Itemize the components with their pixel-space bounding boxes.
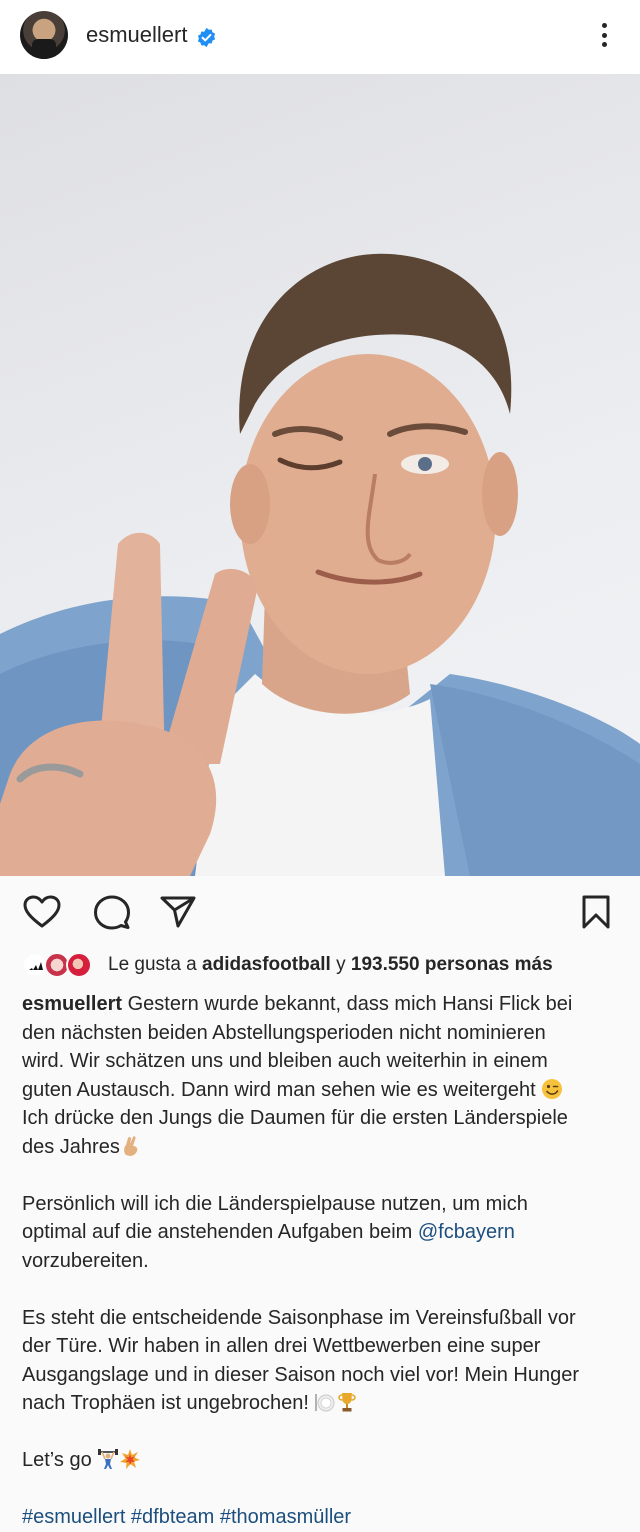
caption-line: Gestern wurde bekannt, dass mich Hansi F… — [122, 993, 573, 1015]
post-photo[interactable] — [0, 74, 640, 876]
likes-count[interactable]: 193.550 personas más — [351, 954, 553, 975]
post-caption: esmuellert Gestern wurde bekannt, dass m… — [22, 990, 622, 1532]
caption-line: wird. Wir schätzen uns und bleiben auch … — [22, 1050, 548, 1072]
liker-account[interactable]: adidasfootball — [202, 954, 331, 975]
caption-line: nach Trophäen ist ungebrochen! — [22, 1392, 309, 1414]
username[interactable]: esmuellert — [86, 22, 187, 48]
caption-line: Es steht die entscheidende Saisonphase i… — [22, 1306, 576, 1329]
share-icon[interactable] — [158, 894, 198, 930]
weightlifter-emoji-icon — [98, 1449, 119, 1469]
caption-line: vorzubereiten. — [22, 1249, 149, 1272]
liker-avatars — [22, 951, 102, 979]
caption-line: Ich drücke den Jungs die Daumen für die … — [22, 1107, 568, 1129]
wink-emoji-icon — [542, 1078, 563, 1099]
post-actions — [0, 876, 640, 948]
caption-author[interactable]: esmuellert — [22, 993, 122, 1015]
caption-line: des Jahres — [22, 1135, 120, 1158]
heart-icon[interactable] — [22, 894, 62, 930]
selfie-image — [0, 253, 640, 876]
collision-emoji-icon — [120, 1449, 141, 1469]
caption-line: den nächsten beiden Abstellungsperioden … — [22, 1021, 546, 1044]
mention-link[interactable]: @fcbayern — [418, 1221, 515, 1243]
trophy-emoji-icon — [338, 1393, 357, 1412]
more-options-icon[interactable] — [592, 17, 616, 53]
caption-line: guten Austausch. Dann wird man sehen wie… — [22, 1078, 536, 1101]
hashtags[interactable]: #esmuellert #dfbteam #thomasmüller — [22, 1503, 622, 1532]
avatar[interactable] — [20, 11, 68, 59]
post-header: esmuellert — [0, 0, 640, 74]
caption-line: der Türe. Wir haben in allen drei Wettbe… — [22, 1335, 541, 1357]
caption-line: optimal auf die anstehenden Aufgaben bei… — [22, 1221, 418, 1243]
likes-summary[interactable]: Le gusta a adidasfootball y 193.550 pers… — [22, 950, 622, 980]
caption-line: Let’s go — [22, 1449, 92, 1471]
caption-line: Persönlich will ich die Länderspielpause… — [22, 1192, 528, 1215]
likes-text: Le gusta a adidasfootball y 193.550 pers… — [108, 954, 553, 975]
liker-avatar-3 — [66, 952, 92, 978]
crossed-fingers-emoji-icon — [123, 1135, 138, 1156]
bookmark-icon[interactable] — [578, 894, 618, 930]
verified-badge-icon — [197, 27, 216, 48]
caption-line: Ausgangslage und in dieser Saison noch v… — [22, 1363, 580, 1386]
plate-emoji-icon — [315, 1394, 335, 1412]
comment-icon[interactable] — [92, 894, 132, 930]
